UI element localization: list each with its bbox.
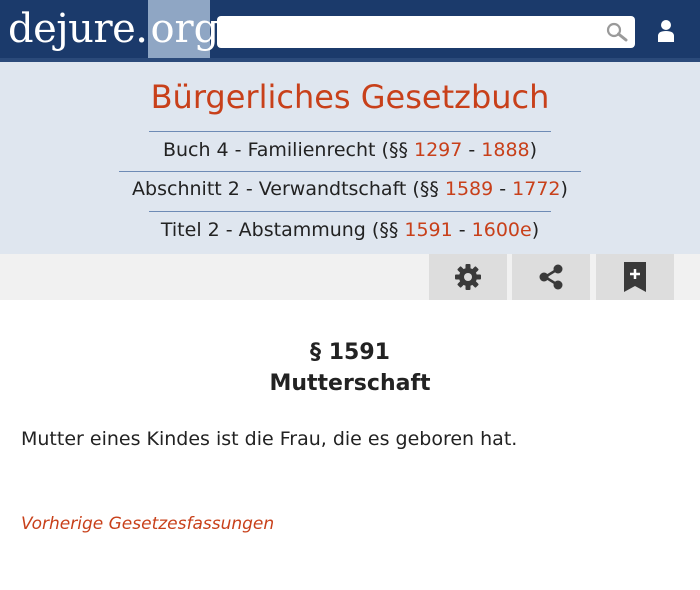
breadcrumb-book[interactable]: Buch 4 - Familienrecht (§§ 1297 - 1888) — [0, 139, 700, 161]
section-range-from-link[interactable]: 1589 — [445, 178, 493, 200]
divider — [149, 131, 551, 132]
add-bookmark-button[interactable] — [596, 254, 674, 300]
site-logo[interactable]: dejure. org — [0, 0, 219, 58]
search-box — [217, 16, 635, 48]
settings-button[interactable] — [429, 254, 507, 300]
title-range-from-link[interactable]: 1591 — [404, 219, 452, 241]
section-label: Abschnitt 2 - Verwandtschaft (§§ — [132, 178, 445, 200]
range-separator: - — [452, 219, 472, 241]
divider — [119, 171, 581, 172]
paragraph-number: § 1591 — [310, 340, 390, 365]
previous-versions-link[interactable]: Vorherige Gesetzesfassungen — [21, 514, 274, 534]
share-button[interactable] — [512, 254, 590, 300]
range-close: ) — [529, 139, 538, 161]
search-icon[interactable] — [605, 22, 629, 42]
top-bar: dejure. org — [0, 0, 700, 62]
search-input[interactable] — [217, 16, 635, 48]
book-range-from-link[interactable]: 1297 — [414, 139, 462, 161]
range-close: ) — [560, 178, 568, 200]
paragraph-text: Mutter eines Kindes ist die Frau, die es… — [21, 428, 518, 450]
section-range-to-link[interactable]: 1772 — [512, 178, 560, 200]
breadcrumb-panel: Bürgerliches Gesetzbuch Buch 4 - Familie… — [0, 62, 700, 254]
title-label: Titel 2 - Abstammung (§§ — [160, 219, 405, 241]
breadcrumb-title[interactable]: Titel 2 - Abstammung (§§ 1591 - 1600e) — [0, 219, 700, 241]
range-close: ) — [531, 219, 540, 241]
book-label: Buch 4 - Familienrecht (§§ — [162, 139, 414, 161]
action-toolbar — [0, 254, 700, 300]
logo-text-dejure: dejure. — [8, 6, 148, 52]
breadcrumb-section[interactable]: Abschnitt 2 - Verwandtschaft (§§ 1589 - … — [0, 178, 700, 200]
title-range-to-link[interactable]: 1600e — [472, 219, 532, 241]
law-title[interactable]: Bürgerliches Gesetzbuch — [0, 78, 700, 116]
paragraph-title: Mutterschaft — [269, 371, 431, 396]
range-separator: - — [493, 178, 513, 200]
range-separator: - — [462, 139, 482, 161]
book-range-to-link[interactable]: 1888 — [481, 139, 529, 161]
share-icon — [539, 264, 563, 290]
bookmark-add-icon — [624, 262, 646, 292]
divider — [149, 211, 551, 212]
user-icon[interactable] — [656, 19, 676, 43]
gear-icon — [455, 264, 481, 290]
logo-text-org: org — [148, 0, 219, 58]
